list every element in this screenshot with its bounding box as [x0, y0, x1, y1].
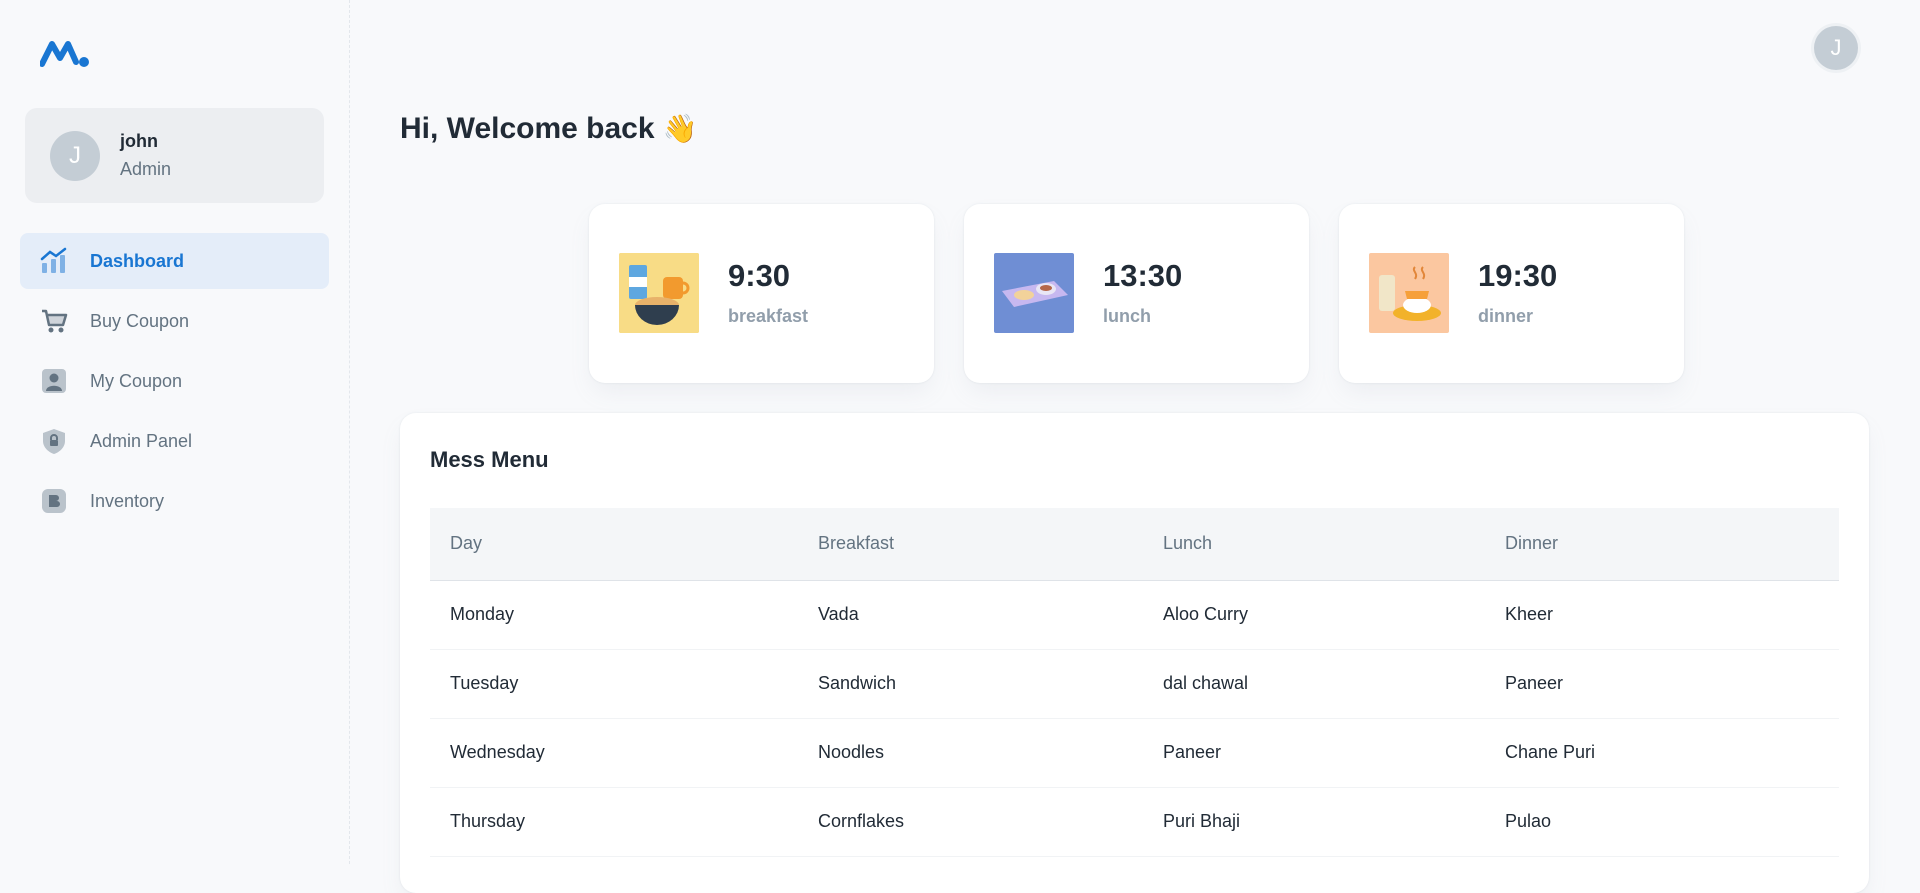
dinner-image	[1369, 253, 1449, 333]
chart-icon	[40, 247, 68, 275]
table-cell: Cornflakes	[818, 811, 905, 831]
mess-menu-title: Mess Menu	[430, 447, 549, 472]
mess-menu-table: Day Breakfast Lunch Dinner Monday Vada A…	[430, 508, 1839, 857]
table-cell: Puri Bhaji	[1163, 811, 1241, 831]
meal-card-dinner: 19:30 dinner	[1339, 204, 1684, 383]
breakfast-image	[619, 253, 699, 333]
column-header-lunch: Lunch	[1163, 533, 1213, 554]
meal-label: lunch	[1103, 306, 1151, 326]
sidebar-item-label: Dashboard	[90, 250, 185, 271]
table-row: Monday Vada Aloo Curry Kheer	[430, 580, 1839, 649]
account-name: john	[120, 131, 158, 151]
mess-menu-card: Mess Menu Day Breakfast Lunch Dinner Mon…	[400, 413, 1869, 893]
table-cell: Monday	[450, 604, 515, 624]
table-row: Tuesday Sandwich dal chawal Paneer	[430, 649, 1839, 718]
table-cell: Thursday	[450, 811, 526, 831]
meal-time: 19:30	[1478, 258, 1558, 293]
sidebar-item-buy-coupon[interactable]: Buy Coupon	[20, 293, 329, 349]
account-avatar-button[interactable]: J	[1814, 26, 1858, 70]
table-row: Wednesday Noodles Paneer Chane Puri	[430, 718, 1839, 787]
column-header-breakfast: Breakfast	[818, 533, 895, 554]
table-cell: Wednesday	[450, 742, 545, 762]
sidebar: J john Admin Dashboard Buy Coupon My Cou…	[0, 0, 350, 864]
inventory-icon	[40, 487, 68, 515]
sidebar-item-label: Buy Coupon	[90, 310, 190, 331]
meal-time: 13:30	[1103, 258, 1183, 293]
table-cell: Sandwich	[818, 673, 897, 693]
table-header-row: Day Breakfast Lunch Dinner	[430, 508, 1839, 580]
sidebar-item-admin-panel[interactable]: Admin Panel	[20, 413, 329, 469]
table-cell: Tuesday	[450, 673, 519, 693]
table-cell: Chane Puri	[1505, 742, 1596, 762]
column-header-day: Day	[450, 533, 483, 554]
sidebar-item-label: My Coupon	[90, 370, 183, 391]
table-cell: Noodles	[818, 742, 885, 762]
brand-logo[interactable]	[39, 38, 90, 68]
sidebar-nav: Dashboard Buy Coupon My Coupon Admin Pan…	[20, 233, 329, 533]
table-cell: Paneer	[1505, 673, 1564, 693]
user-card-icon	[40, 367, 68, 395]
table-cell: Paneer	[1163, 742, 1222, 762]
table-row: Thursday Cornflakes Puri Bhaji Pulao	[430, 787, 1839, 856]
column-header-dinner: Dinner	[1505, 533, 1559, 554]
avatar: J	[50, 131, 100, 181]
cart-icon	[40, 307, 68, 335]
table-cell: Vada	[818, 604, 859, 624]
meal-label: breakfast	[728, 306, 809, 326]
meal-card-breakfast: 9:30 breakfast	[589, 204, 934, 383]
sidebar-item-my-coupon[interactable]: My Coupon	[20, 353, 329, 409]
table-cell: Aloo Curry	[1163, 604, 1249, 624]
greeting-text: Hi, Welcome back	[400, 112, 655, 145]
lunch-image	[994, 253, 1074, 333]
table-cell: Pulao	[1505, 811, 1552, 831]
waving-hand-icon: 👋	[662, 113, 698, 144]
main-content: J Hi, Welcome back 👋 9:30 breakfast 13:3…	[351, 0, 1920, 893]
meal-card-lunch: 13:30 lunch	[964, 204, 1309, 383]
lock-shield-icon	[40, 427, 68, 455]
account-role: Admin	[120, 159, 172, 179]
page-title: Hi, Welcome back 👋	[400, 112, 697, 146]
sidebar-item-dashboard[interactable]: Dashboard	[20, 233, 329, 289]
meal-time: 9:30	[728, 258, 791, 293]
sidebar-item-inventory[interactable]: Inventory	[20, 473, 329, 529]
sidebar-item-label: Admin Panel	[90, 430, 193, 451]
table-cell: dal chawal	[1163, 673, 1249, 693]
sidebar-item-label: Inventory	[90, 490, 165, 511]
table-cell: Kheer	[1505, 604, 1554, 624]
account-card[interactable]: J john Admin	[25, 108, 324, 203]
meal-label: dinner	[1478, 306, 1534, 326]
